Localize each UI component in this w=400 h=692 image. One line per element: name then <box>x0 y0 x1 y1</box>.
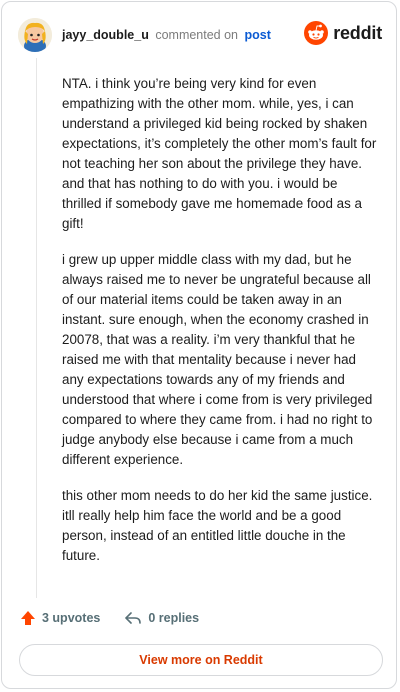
comment-paragraph: i grew up upper middle class with my dad… <box>62 252 373 467</box>
comment-embed-card: jayy_double_u commented on post reddit N… <box>1 1 397 689</box>
replies-button[interactable]: 0 replies <box>124 610 199 626</box>
username-link[interactable]: jayy_double_u <box>62 28 149 42</box>
reddit-wordmark: reddit <box>333 22 382 43</box>
upvotes-count: 3 upvotes <box>42 611 101 625</box>
thread-line <box>36 58 37 598</box>
post-link[interactable]: post <box>245 28 271 42</box>
replies-count: 0 replies <box>148 611 200 625</box>
commented-on-text: commented on <box>155 28 239 42</box>
reddit-logo-icon <box>304 21 329 45</box>
reply-arrow-icon <box>125 612 142 624</box>
upvote-arrow-icon <box>21 611 35 625</box>
user-avatar[interactable] <box>18 18 52 52</box>
view-more-on-reddit-button[interactable]: View more on Reddit <box>19 644 383 676</box>
reddit-brand-link[interactable]: reddit <box>304 21 382 45</box>
comment-actions: 3 upvotes 0 replies <box>20 610 223 626</box>
comment-paragraph: NTA. i think you’re being very kind for … <box>62 76 377 231</box>
comment-meta: jayy_double_u commented on post <box>62 28 271 42</box>
snoo-avatar-icon <box>18 18 52 52</box>
comment-body: NTA. i think you’re being very kind for … <box>62 74 380 582</box>
comment-header: jayy_double_u commented on post reddit <box>18 17 382 53</box>
comment-paragraph: this other mom needs to do her kid the s… <box>62 488 373 563</box>
upvotes-button[interactable]: 3 upvotes <box>20 610 100 626</box>
